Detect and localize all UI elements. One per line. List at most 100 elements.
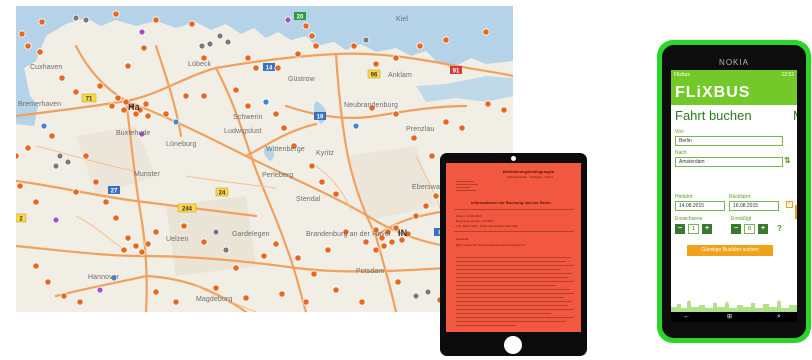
adults-decrement-button[interactable]: − [675,224,685,234]
help-icon[interactable]: ? [777,224,782,233]
bus-stop-marker[interactable] [312,42,320,50]
bus-stop-marker[interactable] [424,288,432,296]
bus-stop-marker[interactable] [308,32,316,40]
bus-stop-marker[interactable] [332,286,340,294]
bus-stop-marker[interactable] [232,264,240,272]
bus-stop-marker[interactable] [16,182,24,190]
bus-stop-marker[interactable] [198,42,206,50]
bus-stop-marker[interactable] [500,106,508,114]
bus-stop-marker[interactable] [72,88,80,96]
bus-stop-marker[interactable] [132,242,140,250]
bus-stop-marker[interactable] [52,162,60,170]
bus-stop-marker[interactable] [92,178,100,186]
bus-stop-marker[interactable] [412,212,420,220]
bus-stop-marker[interactable] [36,48,44,56]
bus-stop-marker[interactable] [428,152,436,160]
bus-stop-marker[interactable] [172,298,180,306]
bus-stop-marker[interactable] [96,286,104,294]
adults-increment-button[interactable]: + [702,224,712,234]
bus-stop-marker[interactable] [44,278,52,286]
bus-stop-marker[interactable] [274,64,282,72]
bus-stop-marker[interactable] [52,216,60,224]
bus-stop-marker[interactable] [144,240,152,248]
search-trip-button[interactable]: Günstige Busfahrt suchen [687,245,773,256]
bus-stop-marker[interactable] [82,16,90,24]
bus-stop-marker[interactable] [284,16,292,24]
next-pivot-title[interactable]: M [793,108,797,123]
bus-stop-marker[interactable] [200,238,208,246]
children-value[interactable]: 0 [744,224,755,234]
bus-stop-marker[interactable] [142,100,150,108]
bus-stop-marker[interactable] [188,20,196,28]
bus-stop-marker[interactable] [32,198,40,206]
bus-stop-marker[interactable] [416,42,424,50]
bus-stop-marker[interactable] [372,246,380,254]
bus-stop-marker[interactable] [410,134,418,142]
route-map[interactable]: 14 19 71 244 96 27 24 91 2 9 20 Cuxhaven… [16,6,513,312]
bus-stop-marker[interactable] [140,44,148,52]
swap-direction-icon[interactable]: ⇅ [784,156,791,165]
bus-stop-marker[interactable] [152,228,160,236]
bus-stop-marker[interactable] [96,82,104,90]
bus-stop-marker[interactable] [60,292,68,300]
children-decrement-button[interactable]: − [731,224,741,234]
bus-stop-marker[interactable] [112,10,120,18]
bus-stop-marker[interactable] [152,288,160,296]
bus-stop-marker[interactable] [280,124,288,132]
bus-stop-marker[interactable] [224,38,232,46]
bus-stop-marker[interactable] [58,74,66,82]
bus-stop-marker[interactable] [152,16,160,24]
bus-stop-marker[interactable] [38,18,46,26]
bus-stop-marker[interactable] [108,102,116,110]
bus-stop-marker[interactable] [392,54,400,62]
bus-stop-marker[interactable] [24,42,32,50]
bus-stop-marker[interactable] [362,36,370,44]
bus-stop-marker[interactable] [484,100,492,108]
bus-stop-marker[interactable] [56,152,64,160]
bus-stop-marker[interactable] [262,98,270,106]
tablet-home-button[interactable] [504,336,522,354]
bus-stop-marker[interactable] [144,112,152,120]
bus-stop-marker[interactable] [212,228,220,236]
return-date-input[interactable]: 16.08.2015 [729,201,779,211]
bus-stop-marker[interactable] [114,94,122,102]
bus-stop-marker[interactable] [124,234,132,242]
bus-stop-marker[interactable] [324,246,332,254]
bus-stop-marker[interactable] [172,118,180,126]
from-input[interactable]: Berlin [675,136,783,146]
bus-stop-marker[interactable] [394,278,402,286]
bus-stop-marker[interactable] [16,152,20,160]
bus-stop-marker[interactable] [112,214,120,222]
bus-stop-marker[interactable] [180,222,188,230]
bus-stop-marker[interactable] [350,42,358,50]
bus-stop-marker[interactable] [72,14,80,22]
bus-stop-marker[interactable] [442,36,450,44]
bus-stop-marker[interactable] [392,110,400,118]
bus-stop-marker[interactable] [422,202,430,210]
bus-stop-marker[interactable] [362,238,370,246]
bus-stop-marker[interactable] [242,294,250,302]
bus-stop-marker[interactable] [120,246,128,254]
bus-stop-marker[interactable] [102,198,110,206]
bus-stop-marker[interactable] [120,106,128,114]
bus-stop-marker[interactable] [76,298,84,306]
bus-stop-marker[interactable] [18,30,26,38]
search-icon[interactable]: ⌕ [777,312,781,322]
bus-stop-marker[interactable] [380,242,388,250]
bus-stop-marker[interactable] [222,246,230,254]
outbound-date-input[interactable]: 14.08.2015 [675,201,725,211]
bus-stop-marker[interactable] [278,290,286,298]
bus-stop-marker[interactable] [272,240,280,248]
bus-stop-marker[interactable] [358,298,366,306]
bus-stop-marker[interactable] [40,122,48,130]
bus-stop-marker[interactable] [206,40,214,48]
bus-stop-marker[interactable] [244,54,252,62]
windows-start-icon[interactable]: ⊞ [727,312,732,322]
bus-stop-marker[interactable] [294,50,302,58]
bus-stop-marker[interactable] [138,28,146,36]
adults-value[interactable]: 1 [688,224,699,234]
bus-stop-marker[interactable] [302,298,310,306]
bus-stop-marker[interactable] [294,254,302,262]
bus-stop-marker[interactable] [372,60,380,68]
bus-stop-marker[interactable] [442,118,450,126]
